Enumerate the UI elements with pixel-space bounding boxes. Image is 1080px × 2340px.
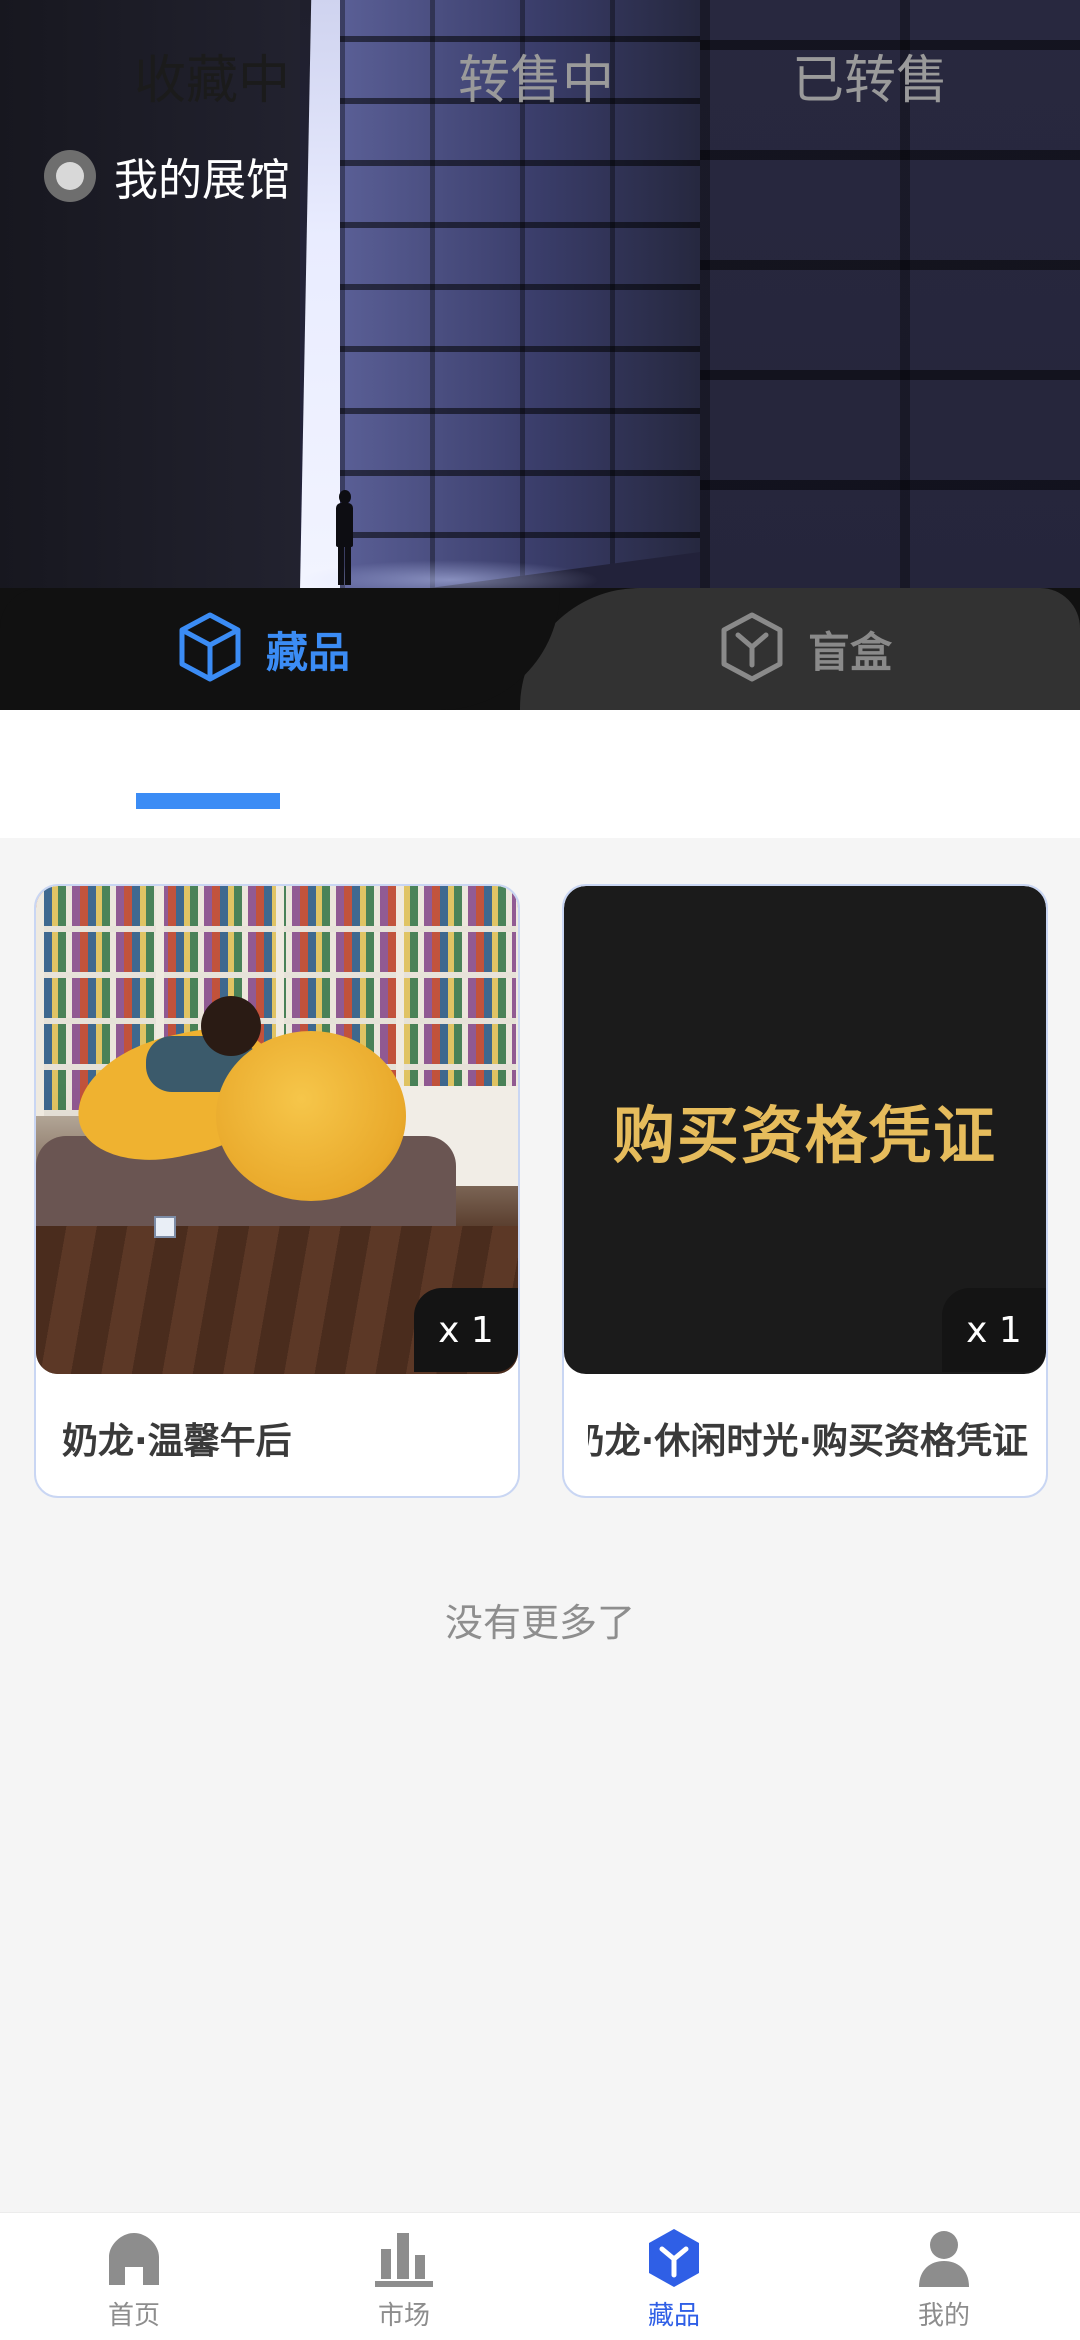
tab-resold[interactable]: 已转售 [792,38,948,113]
category-tabs: 藏品 盲盒 [0,588,1080,710]
collection-card[interactable]: x 1 奶龙·温馨午后 [34,884,520,1498]
nav-home-label: 首页 [107,2301,160,2331]
tab-collections[interactable]: 藏品 [178,588,350,710]
collection-card-image: 购买资格凭证 x 1 [564,886,1046,1374]
tab-blindbox[interactable]: 盲盒 [720,588,892,710]
status-sub-tabs [0,710,1080,838]
blindbox-icon [720,611,784,687]
gallery-title-label: 我的展馆 [114,155,290,206]
voucher-image-text: 购买资格凭证 [612,1099,997,1172]
end-of-list-text: 没有更多了 [444,1601,635,1645]
nav-collections[interactable]: 藏品 [604,2225,744,2335]
collection-card-title: 奶龙·温馨午后 [62,1421,292,1462]
nav-market-label: 市场 [377,2301,430,2331]
tab-reselling[interactable]: 转售中 [458,38,614,113]
market-chart-icon [373,2227,435,2289]
collection-card[interactable]: 购买资格凭证 x 1 奶龙·休闲时光·购买资格凭证 [562,884,1048,1498]
banner-person-silhouette [334,490,354,585]
radio-icon [44,150,96,202]
tab-collecting[interactable]: 收藏中 [134,38,290,113]
nav-home[interactable]: 首页 [64,2225,204,2335]
collection-cube-icon [643,2227,705,2289]
quantity-badge: x 1 [414,1288,518,1372]
nav-collections-label: 藏品 [647,2301,700,2331]
nav-profile[interactable]: 我的 [874,2225,1014,2335]
nav-market[interactable]: 市场 [334,2225,474,2335]
tab-collections-label: 藏品 [266,627,351,677]
home-icon [103,2227,165,2289]
cube-icon [178,611,242,687]
profile-icon [913,2227,975,2289]
quantity-badge: x 1 [942,1288,1046,1372]
collection-card-title: 奶龙·休闲时光·购买资格凭证 [588,1421,1028,1462]
active-tab-underline [136,793,280,809]
tab-blindbox-label: 盲盒 [808,627,893,677]
page: 我的展馆 藏品 盲盒 收藏中 转售中 已转售 x 1 奶龙·温馨午后 购买资格凭… [0,0,1080,2340]
my-gallery-toggle[interactable]: 我的展馆 [44,150,290,206]
nav-profile-label: 我的 [917,2301,970,2331]
collection-card-image: x 1 [36,886,518,1374]
bottom-navigation: 首页 市场 藏品 我的 [0,2212,1080,2340]
